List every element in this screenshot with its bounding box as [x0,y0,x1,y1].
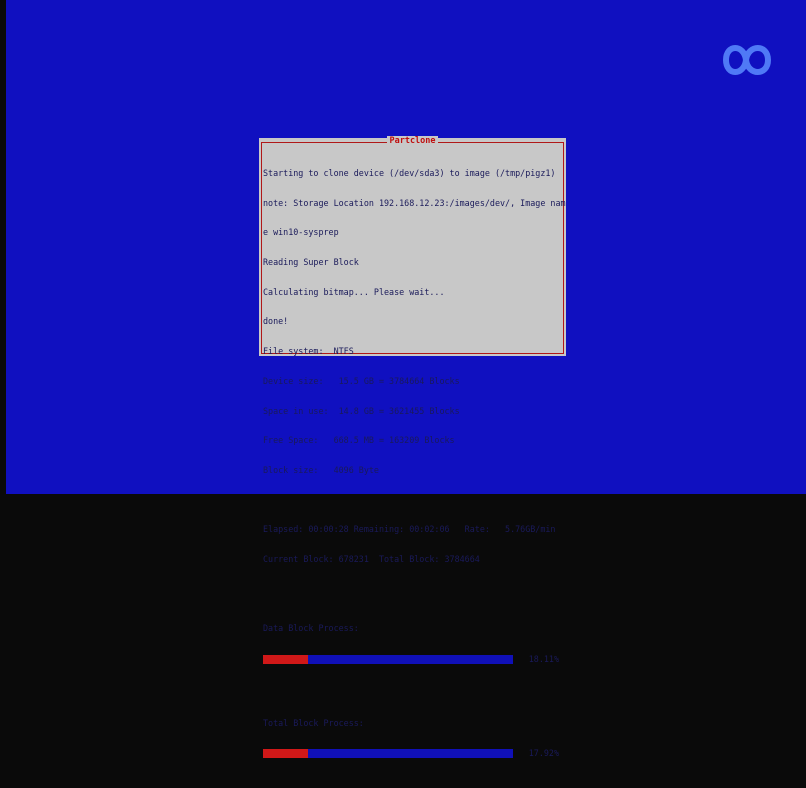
log-line: Block size: 4096 Byte [263,465,379,475]
dialog-content: Starting to clone device (/dev/sda3) to … [263,149,566,780]
data-block-percent: 18.11% [528,654,559,665]
data-block-fill [263,655,309,665]
log-line: Calculating bitmap... Please wait... [263,286,445,297]
data-block-label: Data Block Process: [263,623,359,634]
log-line: e win10-sysprep [263,227,339,238]
total-block-track [263,749,513,759]
partclone-dialog: Partclone Starting to clone device (/dev… [259,136,566,759]
console-screen: Partclone Starting to clone device (/dev… [6,0,806,759]
log-line: Device size: 15.5 GB = 3784664 Blocks [263,375,460,386]
log-line: Reading Super Block [263,256,359,267]
dialog-title: Partclone [387,136,438,146]
total-block-percent: 17.92% [528,748,559,759]
log-line: File system: NTFS [263,346,354,357]
total-block-fill [263,749,308,759]
infinity-cloud-icon [723,45,771,75]
total-block-progress: 17.92% [263,748,563,760]
data-block-progress: 18.11% [263,654,563,666]
log-line: done! [263,316,289,327]
log-line: Starting to clone device (/dev/sda3) to … [263,167,556,178]
total-block-label: Total Block Process: [263,717,364,728]
block-status: Current Block: 678231 Total Block: 37846… [263,554,480,565]
log-line: Space in use: 14.8 GB = 3621455 Blocks [263,405,460,416]
elapsed-status: Elapsed: 00:00:28 Remaining: 00:02:06 Ra… [263,524,556,535]
log-line: note: Storage Location 192.168.12.23:/im… [263,197,566,208]
log-line: Free Space: 668.5 MB = 163209 Blocks [263,435,455,446]
data-block-track [263,655,513,665]
